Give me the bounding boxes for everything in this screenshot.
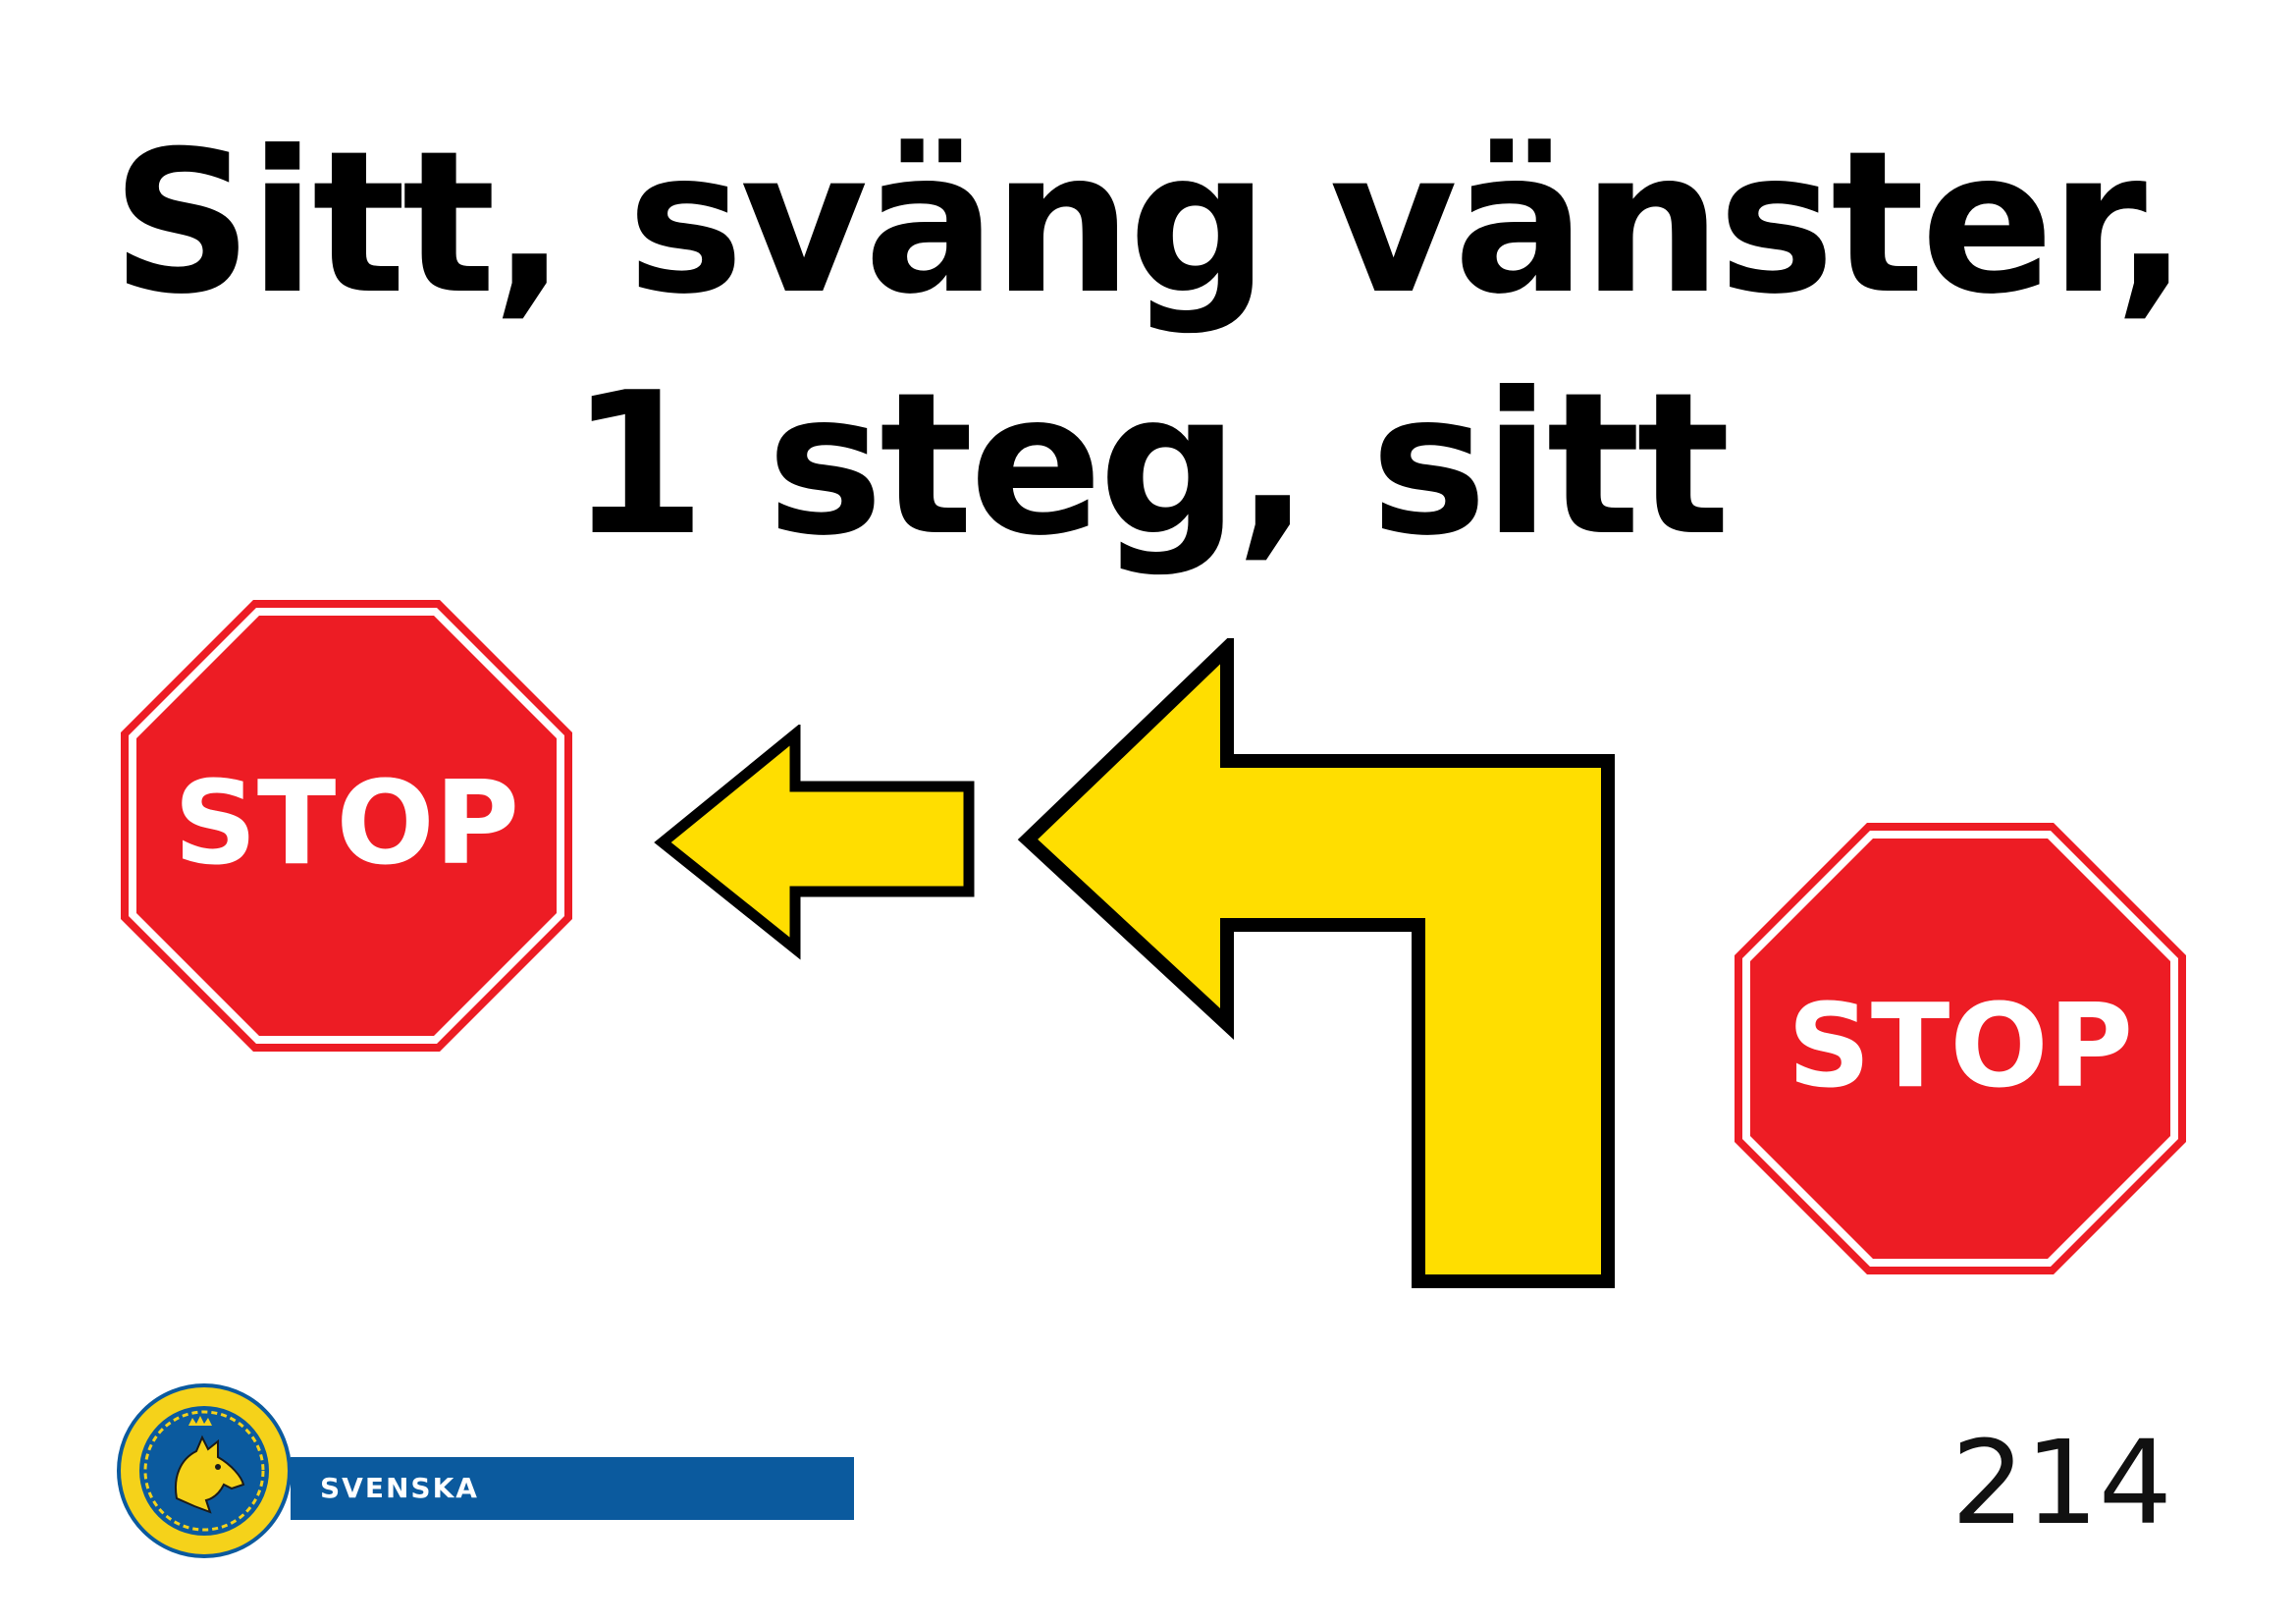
turn-left-arrow-icon — [1017, 638, 1615, 1288]
stop-sign-icon: STOP — [1735, 823, 2186, 1274]
organization-name: SVENSKA BRUKSHUNDKLUBBEN — [320, 1472, 692, 1567]
title-line-1: Sitt, sväng vänster, — [111, 109, 2188, 338]
page-title: Sitt, sväng vänster, 1 steg, sitt — [0, 103, 2296, 586]
stop-left-label: STOP — [174, 755, 519, 891]
stop-right-label: STOP — [1788, 978, 2133, 1113]
stop-sign-icon: STOP — [121, 600, 572, 1052]
title-line-2: 1 steg, sitt — [569, 351, 1731, 579]
brukshund-emblem — [116, 1382, 293, 1559]
big-turn-left-arrow — [1016, 638, 1625, 1296]
stop-sign-right: STOP — [1735, 823, 2186, 1274]
page-number: 214 — [1950, 1415, 2172, 1550]
small-left-arrow — [653, 725, 982, 960]
arrow-left-icon — [654, 725, 975, 960]
stop-sign-left: STOP — [121, 600, 572, 1052]
brukshund-emblem-icon — [117, 1383, 292, 1558]
organization-bar: SVENSKA BRUKSHUNDKLUBBEN — [291, 1457, 854, 1567]
